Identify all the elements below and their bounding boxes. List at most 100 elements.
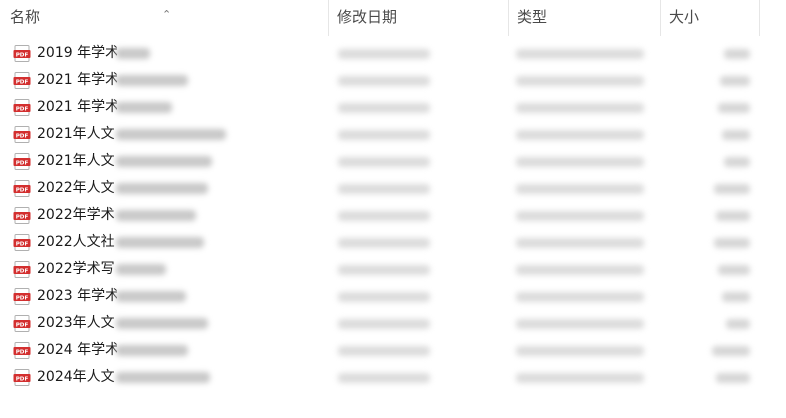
pdf-file-icon: PDF	[13, 153, 31, 170]
redacted-modified-date	[338, 130, 430, 140]
redacted-file-type	[516, 211, 644, 221]
redacted-modified-date	[338, 103, 430, 113]
redacted-file-size	[720, 76, 750, 86]
column-header-name-label: 名称	[10, 8, 41, 26]
redacted-file-size	[724, 157, 750, 167]
svg-text:PDF: PDF	[16, 241, 29, 247]
redacted-file-type	[516, 103, 644, 113]
redacted-name-suffix	[116, 102, 172, 113]
column-header-date[interactable]: 修改日期	[328, 0, 508, 36]
redacted-file-size	[718, 265, 750, 275]
redacted-name-suffix	[116, 345, 188, 356]
svg-text:PDF: PDF	[16, 106, 29, 112]
file-row[interactable]: PDF 2021年人文	[0, 121, 786, 148]
file-row[interactable]: PDF 2024年人文	[0, 364, 786, 391]
pdf-file-icon: PDF	[13, 45, 31, 62]
pdf-file-icon: PDF	[13, 207, 31, 224]
redacted-file-size	[724, 49, 750, 59]
file-name: 2022年人文	[37, 180, 115, 196]
svg-text:PDF: PDF	[16, 133, 29, 139]
redacted-modified-date	[338, 265, 430, 275]
redacted-name-suffix	[116, 318, 208, 329]
redacted-file-type	[516, 265, 644, 275]
pdf-file-icon: PDF	[13, 342, 31, 359]
redacted-modified-date	[338, 184, 430, 194]
pdf-file-icon: PDF	[13, 180, 31, 197]
column-header-name[interactable]: 名称 ⌃	[2, 0, 328, 36]
file-name: 2022学术写	[37, 261, 115, 277]
pdf-file-icon: PDF	[13, 234, 31, 251]
svg-text:PDF: PDF	[16, 295, 29, 301]
pdf-file-icon: PDF	[13, 99, 31, 116]
column-header-bar: 名称 ⌃ 修改日期 类型 大小	[0, 0, 786, 36]
svg-text:PDF: PDF	[16, 187, 29, 193]
file-name: 2024 年学术	[37, 342, 117, 358]
column-header-size-label: 大小	[669, 8, 700, 26]
svg-text:PDF: PDF	[16, 376, 29, 382]
svg-text:PDF: PDF	[16, 160, 29, 166]
file-name: 2023 年学术	[37, 288, 117, 304]
redacted-modified-date	[338, 373, 430, 383]
redacted-file-type	[516, 346, 644, 356]
redacted-name-suffix	[116, 372, 210, 383]
redacted-modified-date	[338, 292, 430, 302]
redacted-modified-date	[338, 76, 430, 86]
redacted-file-size	[722, 130, 750, 140]
pdf-file-icon: PDF	[13, 369, 31, 386]
redacted-file-size	[718, 103, 750, 113]
redacted-name-suffix	[116, 75, 188, 86]
redacted-modified-date	[338, 319, 430, 329]
redacted-name-suffix	[116, 264, 166, 275]
pdf-file-icon: PDF	[13, 315, 31, 332]
file-row[interactable]: PDF 2024 年学术	[0, 337, 786, 364]
svg-text:PDF: PDF	[16, 349, 29, 355]
redacted-modified-date	[338, 346, 430, 356]
column-header-type[interactable]: 类型	[508, 0, 660, 36]
redacted-name-suffix	[116, 237, 204, 248]
redacted-file-type	[516, 76, 644, 86]
redacted-name-suffix	[116, 210, 196, 221]
column-header-type-label: 类型	[517, 8, 548, 26]
redacted-file-size	[712, 346, 750, 356]
file-name: 2022人文社	[37, 234, 115, 250]
redacted-file-type	[516, 319, 644, 329]
redacted-file-size	[714, 238, 750, 248]
file-row[interactable]: PDF 2019 年学术	[0, 40, 786, 67]
sort-ascending-icon: ⌃	[162, 8, 172, 21]
file-name: 2024年人文	[37, 369, 115, 385]
redacted-name-suffix	[116, 129, 226, 140]
file-name: 2021 年学术	[37, 99, 117, 115]
file-name: 2021年人文	[37, 126, 115, 142]
file-row[interactable]: PDF 2022年人文	[0, 175, 786, 202]
file-name: 2021 年学术	[37, 72, 117, 88]
redacted-name-suffix	[116, 48, 150, 59]
pdf-file-icon: PDF	[13, 72, 31, 89]
pdf-file-icon: PDF	[13, 261, 31, 278]
file-row[interactable]: PDF 2022学术写	[0, 256, 786, 283]
redacted-file-size	[716, 373, 750, 383]
file-row[interactable]: PDF 2022年学术	[0, 202, 786, 229]
file-row[interactable]: PDF 2021年人文	[0, 148, 786, 175]
redacted-file-size	[722, 292, 750, 302]
svg-text:PDF: PDF	[16, 268, 29, 274]
redacted-file-type	[516, 184, 644, 194]
pdf-file-icon: PDF	[13, 288, 31, 305]
file-row[interactable]: PDF 2021 年学术	[0, 94, 786, 121]
file-name: 2019 年学术	[37, 45, 117, 61]
redacted-file-type	[516, 130, 644, 140]
file-row[interactable]: PDF 2023年人文	[0, 310, 786, 337]
column-header-size[interactable]: 大小	[660, 0, 760, 36]
column-header-date-label: 修改日期	[337, 8, 398, 26]
file-row[interactable]: PDF 2023 年学术	[0, 283, 786, 310]
svg-text:PDF: PDF	[16, 322, 29, 328]
file-name: 2022年学术	[37, 207, 115, 223]
svg-text:PDF: PDF	[16, 79, 29, 85]
redacted-file-type	[516, 157, 644, 167]
redacted-modified-date	[338, 211, 430, 221]
redacted-file-type	[516, 49, 644, 59]
file-row[interactable]: PDF 2021 年学术	[0, 67, 786, 94]
file-row[interactable]: PDF 2022人文社	[0, 229, 786, 256]
pdf-file-icon: PDF	[13, 126, 31, 143]
redacted-file-size	[714, 184, 750, 194]
redacted-name-suffix	[116, 291, 186, 302]
